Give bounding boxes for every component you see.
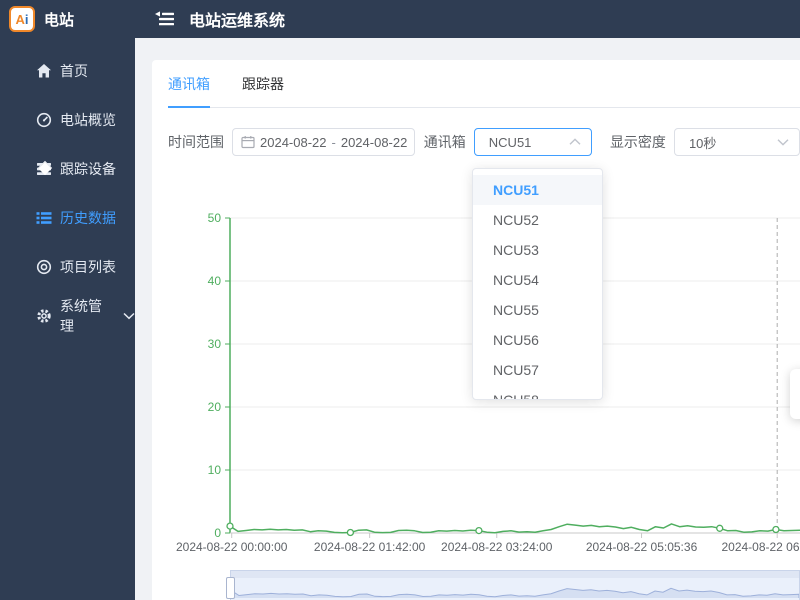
ncu-select-value: NCU51 [488,134,532,150]
density-select-value: 10秒 [688,135,717,151]
date-range-input[interactable]: 2024-08-22 - 2024-08-22 [232,128,415,156]
dropdown-option-ncu54[interactable]: NCU54 [473,265,602,295]
sidebar-item-home[interactable]: 首页 [0,46,135,95]
date-end-value: 2024-08-22 [340,134,408,150]
sidebar-item-project-list[interactable]: 项目列表 [0,242,135,291]
density-select-label: 显示密度 [609,134,666,150]
dropdown-option-ncu51[interactable]: NCU51 [473,175,602,205]
sidebar-item-tracking-devices[interactable]: 跟踪设备 [0,144,135,193]
sidebar-item-history-data[interactable]: 历史数据 [0,193,135,242]
app-container: 通讯箱 跟踪器 时间范围 2024-08-22 - 2024-08-22 通讯箱… [0,0,800,600]
home-icon [36,63,52,79]
sidebar-nav: 首页 电站概览 跟踪设备 历史数据 项目列表 系统管理 [0,38,135,340]
sidebar-item-label: 首页 [60,62,88,79]
sidebar-collapse-icon[interactable] [155,11,175,27]
sidebar-item-label: 跟踪设备 [60,160,116,177]
submenu-chevron-down-icon [123,312,135,320]
box-select-label: 通讯箱 [423,134,466,150]
sidebar-item-label: 历史数据 [60,209,116,226]
tab-communication-box[interactable]: 通讯箱 [168,74,210,108]
ring-icon [36,259,52,275]
datazoom-slider[interactable] [226,570,800,600]
dropdown-option-ncu56[interactable]: NCU56 [473,325,602,355]
tab-tracker[interactable]: 跟踪器 [242,74,284,107]
tab-bar: 通讯箱 跟踪器 [168,60,800,108]
chart-tooltip [790,369,800,419]
top-header: 电站运维系统 [135,0,800,38]
sidebar-item-label: 电站概览 [60,111,116,128]
dropdown-option-ncu55[interactable]: NCU55 [473,295,602,325]
dropdown-option-ncu58[interactable]: NCU58 [473,385,602,399]
dashboard-icon [36,112,52,128]
dropdown-option-ncu57[interactable]: NCU57 [473,355,602,385]
dropdown-option-ncu52[interactable]: NCU52 [473,205,602,235]
sidebar: Ai 电站 首页 电站概览 跟踪设备 历史数据 项目列表 系统管理 [0,0,135,600]
filter-row: 时间范围 2024-08-22 - 2024-08-22 通讯箱 NCU51 显… [168,128,800,156]
datazoom-preview [231,587,799,598]
chevron-up-icon [569,138,581,146]
density-select[interactable]: 10秒 [673,128,800,156]
sidebar-item-label: 项目列表 [60,258,116,275]
date-start-value: 2024-08-22 [260,134,327,150]
chevron-down-icon [777,138,789,146]
ncu-select[interactable]: NCU51 [473,128,592,156]
dropdown-option-ncu53[interactable]: NCU53 [473,235,602,265]
history-list-icon [36,210,52,226]
page-title: 电站运维系统 [189,13,286,30]
sidebar-item-overview[interactable]: 电站概览 [0,95,135,144]
date-separator: - [331,134,336,150]
gear-icon [36,308,52,324]
app-logo-icon: Ai [9,6,35,32]
datazoom-left-handle[interactable] [226,577,235,599]
logo-row: Ai 电站 [0,0,135,38]
calendar-icon [241,135,255,149]
sidebar-item-system-management[interactable]: 系统管理 [0,291,135,340]
ncu-dropdown: NCU51 NCU52 NCU53 NCU54 NCU55 NCU56 NCU5… [472,168,603,400]
sidebar-title: 电站 [44,11,75,29]
sidebar-item-label: 系统管理 [60,297,102,334]
date-range-label: 时间范围 [168,134,224,150]
